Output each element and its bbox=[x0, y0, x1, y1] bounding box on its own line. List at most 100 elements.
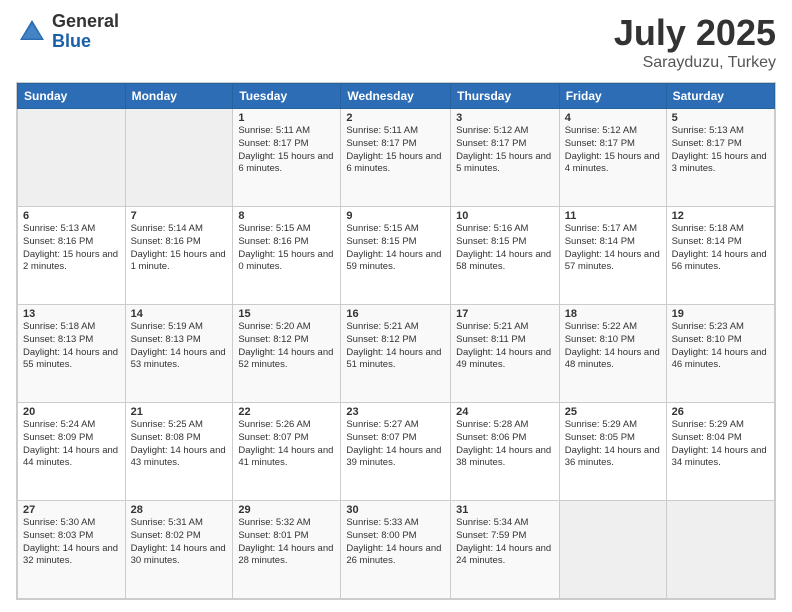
day-number: 16 bbox=[346, 308, 445, 320]
calendar-cell: 5Sunrise: 5:13 AMSunset: 8:17 PMDaylight… bbox=[666, 109, 774, 207]
day-number: 4 bbox=[565, 112, 661, 124]
cell-info: Sunrise: 5:15 AMSunset: 8:16 PMDaylight:… bbox=[238, 223, 335, 274]
calendar-cell: 8Sunrise: 5:15 AMSunset: 8:16 PMDaylight… bbox=[233, 207, 341, 305]
subtitle: Sarayduzu, Turkey bbox=[614, 54, 776, 72]
calendar-cell bbox=[18, 109, 126, 207]
calendar-cell: 13Sunrise: 5:18 AMSunset: 8:13 PMDayligh… bbox=[18, 305, 126, 403]
cell-info: Sunrise: 5:16 AMSunset: 8:15 PMDaylight:… bbox=[456, 223, 554, 274]
cell-info: Sunrise: 5:19 AMSunset: 8:13 PMDaylight:… bbox=[131, 321, 228, 372]
calendar-cell: 1Sunrise: 5:11 AMSunset: 8:17 PMDaylight… bbox=[233, 109, 341, 207]
calendar-cell: 11Sunrise: 5:17 AMSunset: 8:14 PMDayligh… bbox=[559, 207, 666, 305]
calendar-cell: 15Sunrise: 5:20 AMSunset: 8:12 PMDayligh… bbox=[233, 305, 341, 403]
cell-info: Sunrise: 5:31 AMSunset: 8:02 PMDaylight:… bbox=[131, 517, 228, 568]
cell-info: Sunrise: 5:30 AMSunset: 8:03 PMDaylight:… bbox=[23, 517, 120, 568]
calendar-cell: 18Sunrise: 5:22 AMSunset: 8:10 PMDayligh… bbox=[559, 305, 666, 403]
calendar-cell: 10Sunrise: 5:16 AMSunset: 8:15 PMDayligh… bbox=[451, 207, 560, 305]
calendar-cell bbox=[666, 501, 774, 599]
header-row: SundayMondayTuesdayWednesdayThursdayFrid… bbox=[18, 84, 775, 109]
cell-info: Sunrise: 5:11 AMSunset: 8:17 PMDaylight:… bbox=[238, 125, 335, 176]
day-header-monday: Monday bbox=[125, 84, 233, 109]
calendar-cell: 25Sunrise: 5:29 AMSunset: 8:05 PMDayligh… bbox=[559, 403, 666, 501]
cell-info: Sunrise: 5:24 AMSunset: 8:09 PMDaylight:… bbox=[23, 419, 120, 470]
calendar-cell: 16Sunrise: 5:21 AMSunset: 8:12 PMDayligh… bbox=[341, 305, 451, 403]
week-row-1: 1Sunrise: 5:11 AMSunset: 8:17 PMDaylight… bbox=[18, 109, 775, 207]
calendar-cell bbox=[559, 501, 666, 599]
day-number: 19 bbox=[672, 308, 769, 320]
cell-info: Sunrise: 5:17 AMSunset: 8:14 PMDaylight:… bbox=[565, 223, 661, 274]
calendar-cell: 21Sunrise: 5:25 AMSunset: 8:08 PMDayligh… bbox=[125, 403, 233, 501]
day-header-saturday: Saturday bbox=[666, 84, 774, 109]
day-number: 21 bbox=[131, 406, 228, 418]
calendar-cell: 31Sunrise: 5:34 AMSunset: 7:59 PMDayligh… bbox=[451, 501, 560, 599]
day-number: 3 bbox=[456, 112, 554, 124]
cell-info: Sunrise: 5:20 AMSunset: 8:12 PMDaylight:… bbox=[238, 321, 335, 372]
calendar-cell: 26Sunrise: 5:29 AMSunset: 8:04 PMDayligh… bbox=[666, 403, 774, 501]
cell-info: Sunrise: 5:12 AMSunset: 8:17 PMDaylight:… bbox=[565, 125, 661, 176]
cell-info: Sunrise: 5:29 AMSunset: 8:05 PMDaylight:… bbox=[565, 419, 661, 470]
logo-text: General Blue bbox=[52, 12, 119, 52]
week-row-4: 20Sunrise: 5:24 AMSunset: 8:09 PMDayligh… bbox=[18, 403, 775, 501]
header: General Blue July 2025 Sarayduzu, Turkey bbox=[16, 12, 776, 72]
calendar-cell: 12Sunrise: 5:18 AMSunset: 8:14 PMDayligh… bbox=[666, 207, 774, 305]
cell-info: Sunrise: 5:23 AMSunset: 8:10 PMDaylight:… bbox=[672, 321, 769, 372]
cell-info: Sunrise: 5:33 AMSunset: 8:00 PMDaylight:… bbox=[346, 517, 445, 568]
calendar-cell: 22Sunrise: 5:26 AMSunset: 8:07 PMDayligh… bbox=[233, 403, 341, 501]
day-header-thursday: Thursday bbox=[451, 84, 560, 109]
calendar-cell bbox=[125, 109, 233, 207]
week-row-3: 13Sunrise: 5:18 AMSunset: 8:13 PMDayligh… bbox=[18, 305, 775, 403]
cell-info: Sunrise: 5:13 AMSunset: 8:17 PMDaylight:… bbox=[672, 125, 769, 176]
day-header-friday: Friday bbox=[559, 84, 666, 109]
cell-info: Sunrise: 5:27 AMSunset: 8:07 PMDaylight:… bbox=[346, 419, 445, 470]
calendar-cell: 4Sunrise: 5:12 AMSunset: 8:17 PMDaylight… bbox=[559, 109, 666, 207]
day-number: 12 bbox=[672, 210, 769, 222]
day-number: 10 bbox=[456, 210, 554, 222]
cell-info: Sunrise: 5:18 AMSunset: 8:14 PMDaylight:… bbox=[672, 223, 769, 274]
cell-info: Sunrise: 5:15 AMSunset: 8:15 PMDaylight:… bbox=[346, 223, 445, 274]
cell-info: Sunrise: 5:25 AMSunset: 8:08 PMDaylight:… bbox=[131, 419, 228, 470]
calendar-cell: 9Sunrise: 5:15 AMSunset: 8:15 PMDaylight… bbox=[341, 207, 451, 305]
cell-info: Sunrise: 5:18 AMSunset: 8:13 PMDaylight:… bbox=[23, 321, 120, 372]
logo-icon bbox=[16, 16, 48, 48]
logo: General Blue bbox=[16, 12, 119, 52]
cell-info: Sunrise: 5:32 AMSunset: 8:01 PMDaylight:… bbox=[238, 517, 335, 568]
day-number: 18 bbox=[565, 308, 661, 320]
day-number: 17 bbox=[456, 308, 554, 320]
day-number: 6 bbox=[23, 210, 120, 222]
calendar-cell: 27Sunrise: 5:30 AMSunset: 8:03 PMDayligh… bbox=[18, 501, 126, 599]
day-number: 29 bbox=[238, 504, 335, 516]
main-title: July 2025 bbox=[614, 12, 776, 54]
calendar: SundayMondayTuesdayWednesdayThursdayFrid… bbox=[16, 82, 776, 600]
day-number: 22 bbox=[238, 406, 335, 418]
calendar-cell: 23Sunrise: 5:27 AMSunset: 8:07 PMDayligh… bbox=[341, 403, 451, 501]
cell-info: Sunrise: 5:34 AMSunset: 7:59 PMDaylight:… bbox=[456, 517, 554, 568]
calendar-cell: 24Sunrise: 5:28 AMSunset: 8:06 PMDayligh… bbox=[451, 403, 560, 501]
day-number: 15 bbox=[238, 308, 335, 320]
cell-info: Sunrise: 5:29 AMSunset: 8:04 PMDaylight:… bbox=[672, 419, 769, 470]
day-number: 23 bbox=[346, 406, 445, 418]
cell-info: Sunrise: 5:28 AMSunset: 8:06 PMDaylight:… bbox=[456, 419, 554, 470]
calendar-table: SundayMondayTuesdayWednesdayThursdayFrid… bbox=[17, 83, 775, 599]
calendar-cell: 19Sunrise: 5:23 AMSunset: 8:10 PMDayligh… bbox=[666, 305, 774, 403]
day-number: 31 bbox=[456, 504, 554, 516]
day-header-tuesday: Tuesday bbox=[233, 84, 341, 109]
logo-general-text: General bbox=[52, 12, 119, 32]
day-number: 1 bbox=[238, 112, 335, 124]
day-number: 11 bbox=[565, 210, 661, 222]
calendar-cell: 30Sunrise: 5:33 AMSunset: 8:00 PMDayligh… bbox=[341, 501, 451, 599]
day-number: 13 bbox=[23, 308, 120, 320]
week-row-5: 27Sunrise: 5:30 AMSunset: 8:03 PMDayligh… bbox=[18, 501, 775, 599]
calendar-cell: 14Sunrise: 5:19 AMSunset: 8:13 PMDayligh… bbox=[125, 305, 233, 403]
calendar-header: SundayMondayTuesdayWednesdayThursdayFrid… bbox=[18, 84, 775, 109]
cell-info: Sunrise: 5:13 AMSunset: 8:16 PMDaylight:… bbox=[23, 223, 120, 274]
cell-info: Sunrise: 5:22 AMSunset: 8:10 PMDaylight:… bbox=[565, 321, 661, 372]
calendar-cell: 6Sunrise: 5:13 AMSunset: 8:16 PMDaylight… bbox=[18, 207, 126, 305]
cell-info: Sunrise: 5:14 AMSunset: 8:16 PMDaylight:… bbox=[131, 223, 228, 274]
calendar-body: 1Sunrise: 5:11 AMSunset: 8:17 PMDaylight… bbox=[18, 109, 775, 599]
day-number: 24 bbox=[456, 406, 554, 418]
day-header-sunday: Sunday bbox=[18, 84, 126, 109]
day-number: 2 bbox=[346, 112, 445, 124]
day-number: 9 bbox=[346, 210, 445, 222]
week-row-2: 6Sunrise: 5:13 AMSunset: 8:16 PMDaylight… bbox=[18, 207, 775, 305]
calendar-cell: 7Sunrise: 5:14 AMSunset: 8:16 PMDaylight… bbox=[125, 207, 233, 305]
calendar-cell: 3Sunrise: 5:12 AMSunset: 8:17 PMDaylight… bbox=[451, 109, 560, 207]
